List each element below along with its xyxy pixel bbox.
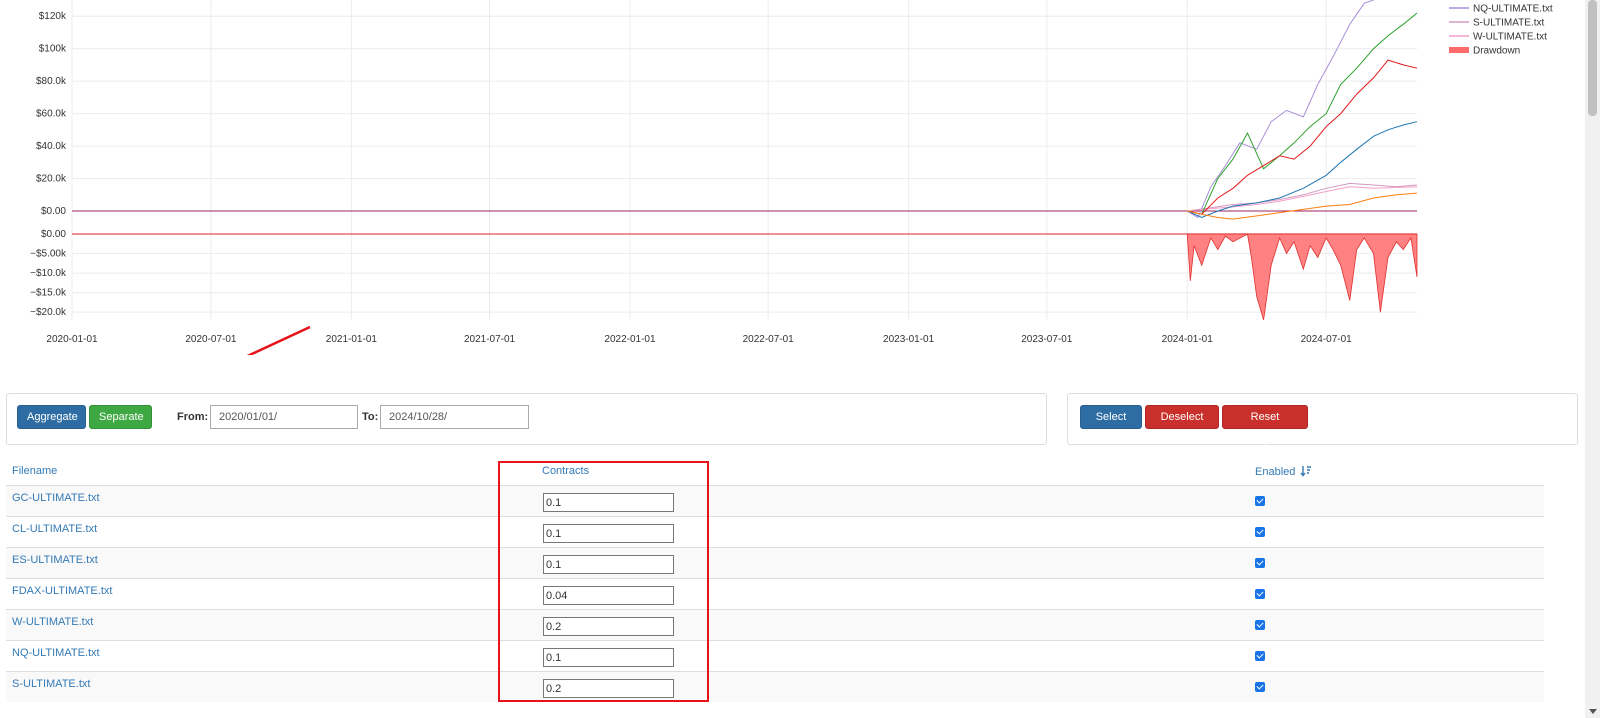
enabled-checkbox[interactable] bbox=[1255, 682, 1265, 692]
enabled-checkbox[interactable] bbox=[1255, 651, 1265, 661]
drawdown-y-tick-label: −$5.00k bbox=[30, 249, 67, 260]
drawdown-y-tick-label: −$10.0k bbox=[30, 268, 67, 279]
x-tick-label: 2021-07-01 bbox=[464, 334, 516, 345]
page-scrollbar[interactable] bbox=[1585, 0, 1600, 718]
table-row: CL-ULTIMATE.txt bbox=[6, 516, 1544, 547]
to-date-input[interactable] bbox=[380, 405, 529, 429]
equity-y-tick-label: $40.0k bbox=[36, 141, 67, 152]
scrollbar-thumb[interactable] bbox=[1588, 0, 1597, 116]
contracts-highlight-box bbox=[498, 461, 709, 702]
to-label: To: bbox=[362, 411, 379, 423]
x-tick-label: 2022-07-01 bbox=[743, 334, 795, 345]
selection-controls-panel bbox=[1067, 393, 1578, 445]
x-tick-label: 2023-07-01 bbox=[1021, 334, 1073, 345]
select-all-button[interactable]: Select all bbox=[1080, 405, 1142, 445]
equity-y-tick-label: $100k bbox=[39, 44, 67, 55]
legend-item[interactable]: Drawdown bbox=[1449, 46, 1520, 57]
equity-series bbox=[1186, 0, 1418, 220]
filename-link[interactable]: W-ULTIMATE.txt bbox=[12, 616, 93, 628]
table-row: GC-ULTIMATE.txt bbox=[6, 485, 1544, 516]
legend-item[interactable]: NQ-ULTIMATE.txt bbox=[1449, 4, 1553, 15]
chart-grid bbox=[71, 0, 1417, 320]
x-tick-label: 2024-01-01 bbox=[1162, 334, 1214, 345]
from-date-input[interactable] bbox=[210, 405, 358, 429]
legend-label: Drawdown bbox=[1473, 46, 1520, 57]
enabled-checkbox[interactable] bbox=[1255, 558, 1265, 568]
aggregate-button[interactable]: Aggregate bbox=[17, 405, 86, 429]
enabled-column-header[interactable]: Enabled bbox=[1255, 465, 1312, 478]
chart-legend[interactable]: NQ-ULTIMATE.txt S-ULTIMATE.txt W-ULTIMATE.… bbox=[1449, 4, 1553, 57]
scroll-down-arrow-icon[interactable] bbox=[1589, 709, 1597, 714]
separate-button[interactable]: Separate bbox=[89, 405, 152, 429]
equity-y-tick-label: $60.0k bbox=[36, 109, 67, 120]
drawdown-series bbox=[1186, 233, 1418, 321]
enabled-checkbox[interactable] bbox=[1255, 620, 1265, 630]
enabled-checkbox[interactable] bbox=[1255, 589, 1265, 599]
series-line-cl-ultimate bbox=[1186, 121, 1418, 219]
filename-link[interactable]: FDAX-ULTIMATE.txt bbox=[12, 585, 112, 597]
table-row: S-ULTIMATE.txt bbox=[6, 671, 1544, 702]
filename-link[interactable]: ES-ULTIMATE.txt bbox=[12, 554, 98, 566]
equity-y-tick-label: $120k bbox=[39, 11, 67, 22]
drawdown-area bbox=[1186, 233, 1418, 321]
drawdown-y-tick-label: $0.00 bbox=[41, 229, 66, 240]
equity-y-tick-label: $0.00 bbox=[41, 206, 66, 217]
filename-column-header[interactable]: Filename bbox=[12, 465, 57, 477]
table-row: ES-ULTIMATE.txt bbox=[6, 547, 1544, 578]
x-tick-label: 2024-07-01 bbox=[1301, 334, 1353, 345]
enabled-checkbox[interactable] bbox=[1255, 527, 1265, 537]
equity-y-tick-label: $20.0k bbox=[36, 174, 67, 185]
enabled-label: Enabled bbox=[1255, 466, 1296, 478]
sort-desc-icon[interactable] bbox=[1300, 465, 1312, 477]
series-line-es-ultimate bbox=[1187, 59, 1418, 215]
filename-link[interactable]: S-ULTIMATE.txt bbox=[12, 678, 90, 690]
x-tick-label: 2021-01-01 bbox=[326, 334, 378, 345]
legend-swatch bbox=[1449, 47, 1469, 53]
x-axis-ticks: 2020-01-01 2020-07-01 2021-01-01 2021-07-01… bbox=[46, 334, 1352, 345]
table-row: W-ULTIMATE.txt bbox=[6, 609, 1544, 640]
legend-label: NQ-ULTIMATE.txt bbox=[1473, 4, 1553, 15]
legend-item[interactable]: W-ULTIMATE.txt bbox=[1449, 32, 1547, 43]
equity-y-ticks: $120k $100k $80.0k $60.0k $40.0k $20.0k $0.00 bbox=[36, 11, 67, 217]
drawdown-y-tick-label: −$20.0k bbox=[30, 307, 67, 318]
drawdown-y-tick-label: −$15.0k bbox=[30, 288, 67, 299]
equity-y-tick-label: $80.0k bbox=[36, 76, 67, 87]
filename-link[interactable]: GC-ULTIMATE.txt bbox=[12, 492, 100, 504]
filename-link[interactable]: CL-ULTIMATE.txt bbox=[12, 523, 97, 535]
x-tick-label: 2022-01-01 bbox=[604, 334, 656, 345]
from-label: From: bbox=[177, 411, 209, 423]
deselect-all-button[interactable]: Deselect all bbox=[1145, 405, 1219, 445]
legend-label: S-ULTIMATE.txt bbox=[1473, 18, 1545, 29]
legend-label: W-ULTIMATE.txt bbox=[1473, 32, 1547, 43]
x-tick-label: 2020-07-01 bbox=[185, 334, 237, 345]
legend-item[interactable]: S-ULTIMATE.txt bbox=[1449, 18, 1545, 29]
x-tick-label: 2020-01-01 bbox=[46, 334, 98, 345]
series-line-w-ultimate bbox=[1187, 186, 1418, 212]
x-tick-label: 2023-01-01 bbox=[883, 334, 935, 345]
drawdown-y-ticks: $0.00 −$5.00k −$10.0k −$15.0k −$20.0k bbox=[30, 229, 67, 318]
enabled-checkbox[interactable] bbox=[1255, 496, 1265, 506]
reset-weights-button[interactable]: Reset weights bbox=[1222, 405, 1308, 445]
table-row: FDAX-ULTIMATE.txt bbox=[6, 578, 1544, 609]
equity-chart: $120k $100k $80.0k $60.0k $40.0k $20.0k $0.00 … bbox=[30, 0, 1553, 355]
filename-link[interactable]: NQ-ULTIMATE.txt bbox=[12, 647, 100, 659]
table-row: NQ-ULTIMATE.txt bbox=[6, 640, 1544, 671]
